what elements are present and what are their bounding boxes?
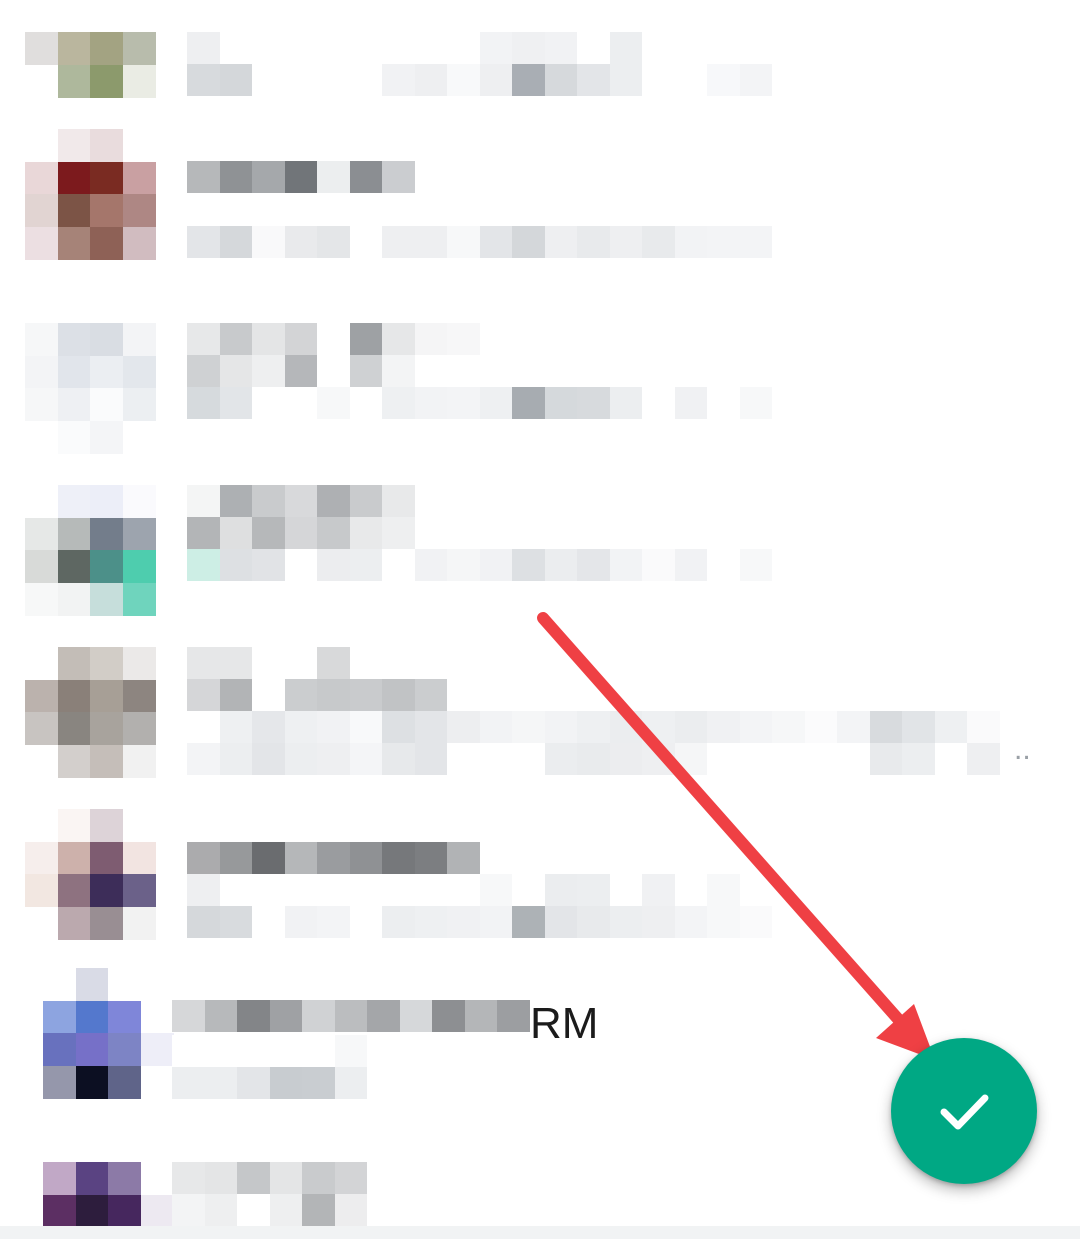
contact-status-blurred — [172, 1194, 367, 1226]
contact-picker-screen: .. RM — [0, 0, 1080, 1239]
avatar — [25, 647, 156, 778]
truncation-ellipsis: .. — [1014, 733, 1031, 766]
contact-status-blurred — [187, 549, 772, 581]
contact-status-blurred — [187, 711, 1000, 743]
contact-name-blurred — [187, 485, 415, 517]
avatar — [25, 809, 156, 940]
contact-status-blurred — [187, 64, 772, 96]
contact-name-blurred — [187, 161, 415, 193]
contact-status-blurred — [187, 355, 480, 387]
contact-status-blurred — [172, 1067, 367, 1099]
contact-status-blurred — [187, 906, 772, 938]
checkmark-icon — [940, 1094, 989, 1130]
confirm-button[interactable] — [891, 1038, 1037, 1184]
avatar — [25, 323, 156, 454]
contact-name-blurred — [187, 323, 480, 355]
contact-name-blurred — [187, 32, 642, 64]
contact-name-blurred — [172, 1162, 367, 1194]
contact-status-blurred — [187, 874, 740, 906]
contact-status-blurred — [187, 387, 772, 419]
contact-name-suffix: RM — [530, 999, 599, 1048]
contact-status-blurred — [172, 1035, 367, 1067]
contact-name-blurred — [172, 1000, 530, 1032]
contact-name-blurred — [187, 842, 480, 874]
contact-status-blurred — [187, 226, 772, 258]
avatar — [25, 129, 156, 260]
avatar — [43, 968, 174, 1099]
contact-status-blurred — [187, 743, 1000, 775]
avatar — [25, 485, 156, 616]
contact-name-blurred — [187, 647, 350, 679]
contact-status-blurred — [187, 679, 447, 711]
contact-status-blurred — [187, 517, 415, 549]
bottom-edge — [0, 1226, 1080, 1239]
